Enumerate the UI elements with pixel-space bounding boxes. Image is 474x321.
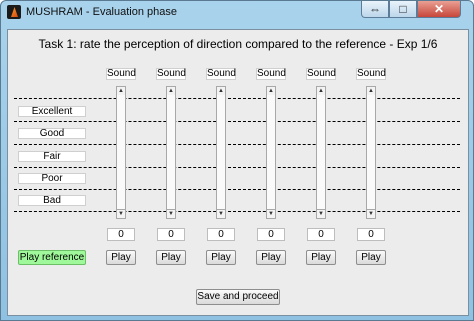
slider-down-arrow-icon[interactable]: ▼ [117,209,125,218]
scale-label-good: Good [18,128,86,139]
maximize-button[interactable]: □ [389,1,417,18]
play-button-2[interactable]: Play [156,250,186,265]
scale-label-fair: Fair [18,151,86,162]
sound-label-5: Sound [306,68,336,80]
play-reference-button[interactable]: Play reference [18,250,86,265]
rating-slider-5[interactable]: ▲ ▼ [316,86,326,219]
sound-label-2: Sound [156,68,186,80]
play-button-5[interactable]: Play [306,250,336,265]
play-button-6[interactable]: Play [356,250,386,265]
grid-line [14,189,460,190]
rating-value-5[interactable]: 0 [307,228,335,241]
task-title: Task 1: rate the perception of direction… [38,37,438,51]
slider-thumb[interactable] [267,95,275,210]
rating-slider-2[interactable]: ▲ ▼ [166,86,176,219]
matlab-icon [7,5,21,19]
sound-label-4: Sound [256,68,286,80]
restore-button[interactable]: ⇔ [361,1,389,18]
rating-value-1[interactable]: 0 [107,228,135,241]
slider-thumb[interactable] [317,95,325,210]
play-button-1[interactable]: Play [106,250,136,265]
slider-thumb[interactable] [117,95,125,210]
sound-label-1: Sound [106,68,136,80]
play-button-3[interactable]: Play [206,250,236,265]
evaluation-panel: Task 1: rate the perception of direction… [7,29,469,316]
grid-line [14,144,460,145]
slider-down-arrow-icon[interactable]: ▼ [367,209,375,218]
play-button-4[interactable]: Play [256,250,286,265]
grid-line [14,98,460,99]
rating-slider-4[interactable]: ▲ ▼ [266,86,276,219]
save-and-proceed-button[interactable]: Save and proceed [196,289,280,305]
slider-thumb[interactable] [217,95,225,210]
window-title: MUSHRAM - Evaluation phase [26,6,178,18]
slider-thumb[interactable] [167,95,175,210]
rating-slider-3[interactable]: ▲ ▼ [216,86,226,219]
slider-thumb[interactable] [367,95,375,210]
rating-value-2[interactable]: 0 [157,228,185,241]
close-button[interactable]: ✕ [417,1,461,18]
slider-down-arrow-icon[interactable]: ▼ [217,209,225,218]
app-window: MUSHRAM - Evaluation phase ⇔ □ ✕ Task 1:… [0,0,474,321]
rating-value-3[interactable]: 0 [207,228,235,241]
grid-line [14,211,460,212]
scale-label-excellent: Excellent [18,106,86,117]
grid-line [14,121,460,122]
rating-slider-1[interactable]: ▲ ▼ [116,86,126,219]
slider-down-arrow-icon[interactable]: ▼ [267,209,275,218]
sound-label-3: Sound [206,68,236,80]
rating-value-6[interactable]: 0 [357,228,385,241]
maximize-icon: □ [399,2,407,16]
sound-label-6: Sound [356,68,386,80]
slider-down-arrow-icon[interactable]: ▼ [317,209,325,218]
title-bar[interactable]: MUSHRAM - Evaluation phase ⇔ □ ✕ [1,1,473,23]
scale-label-bad: Bad [18,195,86,206]
scale-label-poor: Poor [18,173,86,184]
slider-down-arrow-icon[interactable]: ▼ [167,209,175,218]
restore-icon: ⇔ [369,2,381,16]
rating-value-4[interactable]: 0 [257,228,285,241]
close-icon: ✕ [433,2,445,16]
rating-slider-6[interactable]: ▲ ▼ [366,86,376,219]
grid-line [14,167,460,168]
